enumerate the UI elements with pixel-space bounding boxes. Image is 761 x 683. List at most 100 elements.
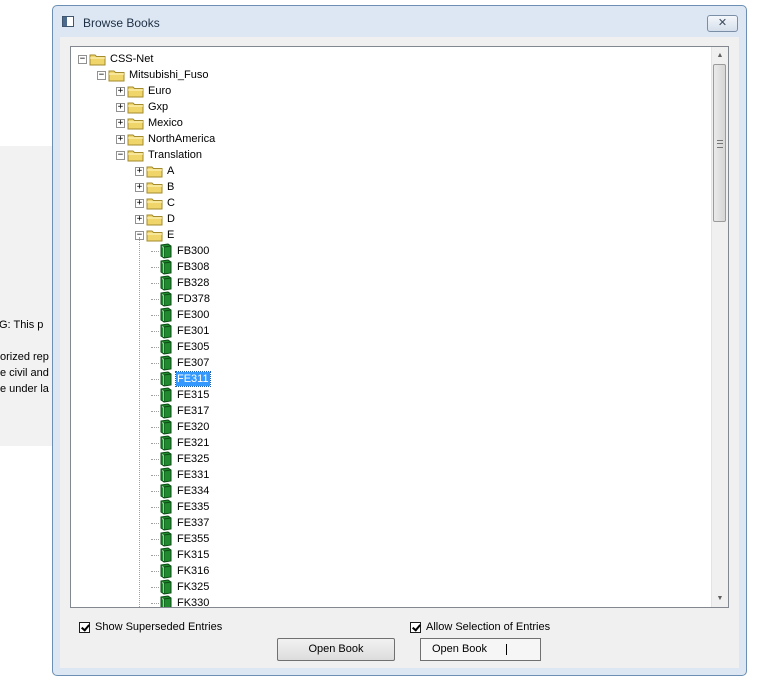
tree-item-label[interactable]: D [166,212,176,226]
open-book-button[interactable]: Open Book [277,638,395,661]
tree-item-label[interactable]: FE334 [176,484,210,498]
tree-item-label[interactable]: Gxp [147,100,169,114]
tree-item-label[interactable]: FE300 [176,308,210,322]
tree-book-item[interactable]: FE355 [158,531,210,547]
tree-book-item[interactable]: FE301 [158,323,210,339]
tree-item-label[interactable]: FE325 [176,452,210,466]
open-folder-icon [108,69,128,82]
tree-book-item[interactable]: FE305 [158,339,210,355]
tree-item-label[interactable]: NorthAmerica [147,132,216,146]
collapse-icon[interactable]: − [116,150,125,160]
tree-book-item[interactable]: FE317 [158,403,210,419]
tree-book-item[interactable]: FE320 [158,419,210,435]
scroll-up-arrow-icon[interactable]: ▲ [712,47,728,64]
tree-book-item[interactable]: FD378 [158,291,211,307]
tree-book-item[interactable]: FB300 [158,243,210,259]
tree-folder-item[interactable]: + Euro [116,83,172,99]
tree-folder-item[interactable]: + A [135,163,175,179]
tree-item-label[interactable]: A [166,164,175,178]
tree-item-label[interactable]: FE320 [176,420,210,434]
tree-item-label[interactable]: FE335 [176,500,210,514]
tree-item-label[interactable]: FE317 [176,404,210,418]
tree-book-item[interactable]: FE335 [158,499,210,515]
close-button[interactable]: ✕ [707,15,738,32]
tree-item-label[interactable]: Mitsubishi_Fuso [128,68,209,82]
expand-icon[interactable]: + [116,86,125,96]
tree-folder-item[interactable]: + B [135,179,175,195]
tree-folder-item[interactable]: + Gxp [116,99,169,115]
allow-selection-checkbox[interactable]: Allow Selection of Entries [410,621,550,633]
book-icon [158,435,176,451]
tree-book-item[interactable]: FK330 [158,595,210,607]
tree-item-label[interactable]: B [166,180,175,194]
tree-item-label[interactable]: FE301 [176,324,210,338]
tree-book-item[interactable]: FE311 [158,371,211,387]
tree-item-label[interactable]: E [166,228,175,242]
tree-book-item[interactable]: FE321 [158,435,210,451]
vertical-scrollbar[interactable]: ▲ ▼ [711,47,728,607]
tree-item-label[interactable]: FB300 [176,244,210,258]
expand-icon[interactable]: + [116,102,125,112]
tree-item-label[interactable]: FE305 [176,340,210,354]
tree-item-label[interactable]: FE307 [176,356,210,370]
tree-book-item[interactable]: FE334 [158,483,210,499]
tree-item-label[interactable]: FD378 [176,292,211,306]
tree-item-label[interactable]: Euro [147,84,172,98]
scrollbar-thumb[interactable] [713,64,726,222]
tree-item-label[interactable]: FE337 [176,516,210,530]
tree-book-item[interactable]: FK315 [158,547,210,563]
show-superseded-checkbox[interactable]: Show Superseded Entries [79,621,222,633]
expand-icon[interactable]: + [135,182,144,192]
tree-folder-item[interactable]: + NorthAmerica [116,131,216,147]
tree-item-label[interactable]: FB308 [176,260,210,274]
tree-book-item[interactable]: FE337 [158,515,210,531]
tree-folder-item[interactable]: − E [135,227,175,243]
tree-book-item[interactable]: FK316 [158,563,210,579]
tree-item-label[interactable]: FE315 [176,388,210,402]
tree-item-label[interactable]: Translation [147,148,203,162]
tree-folder-item[interactable]: − CSS-Net [78,51,154,67]
checkbox-box[interactable] [410,621,421,633]
title-bar[interactable]: Browse Books ✕ [53,6,746,36]
tree-item-label[interactable]: C [166,196,176,210]
tree-item-label[interactable]: FK330 [176,596,210,607]
tree-item-label[interactable]: FK316 [176,564,210,578]
tree-book-item[interactable]: FB308 [158,259,210,275]
tree-item-label[interactable]: FK325 [176,580,210,594]
expand-icon[interactable]: + [116,118,125,128]
tree-item-label[interactable]: CSS-Net [109,52,154,66]
book-icon [158,355,176,371]
expand-icon[interactable]: + [135,166,144,176]
tree-item-label[interactable]: FE355 [176,532,210,546]
tree-item-label[interactable]: Mexico [147,116,184,130]
tree-folder-item[interactable]: + C [135,195,176,211]
tree-book-item[interactable]: FE315 [158,387,210,403]
open-folder-icon [89,53,109,66]
tree-item-label[interactable]: FE311 [175,371,211,387]
expand-icon[interactable]: + [116,134,125,144]
collapse-icon[interactable]: − [97,70,106,80]
expand-icon[interactable]: + [135,198,144,208]
tree-folder-item[interactable]: − Mitsubishi_Fuso [97,67,209,83]
open-book-button-secondary[interactable]: Open Book [420,638,541,661]
checkbox-box[interactable] [79,621,90,633]
expand-icon[interactable]: + [135,214,144,224]
tree-book-item[interactable]: FE307 [158,355,210,371]
tree-folder-item[interactable]: − Translation [116,147,203,163]
tree-book-item[interactable]: FE300 [158,307,210,323]
tree-item-label[interactable]: FK315 [176,548,210,562]
tree-book-item[interactable]: FB328 [158,275,210,291]
tree-folder-item[interactable]: + Mexico [116,115,184,131]
tree-item-label[interactable]: FE321 [176,436,210,450]
scroll-down-arrow-icon[interactable]: ▼ [712,590,728,607]
tree-book-item[interactable]: FE331 [158,467,210,483]
book-tree-view[interactable]: − CSS-Net − Mitsubishi_Fuso + Euro + Gxp + Mexico… [70,46,729,608]
tree-book-item[interactable]: FE325 [158,451,210,467]
tree-folder-item[interactable]: + D [135,211,176,227]
open-folder-icon [146,229,166,242]
collapse-icon[interactable]: − [78,54,87,64]
book-icon [158,515,176,531]
tree-item-label[interactable]: FE331 [176,468,210,482]
tree-book-item[interactable]: FK325 [158,579,210,595]
tree-item-label[interactable]: FB328 [176,276,210,290]
